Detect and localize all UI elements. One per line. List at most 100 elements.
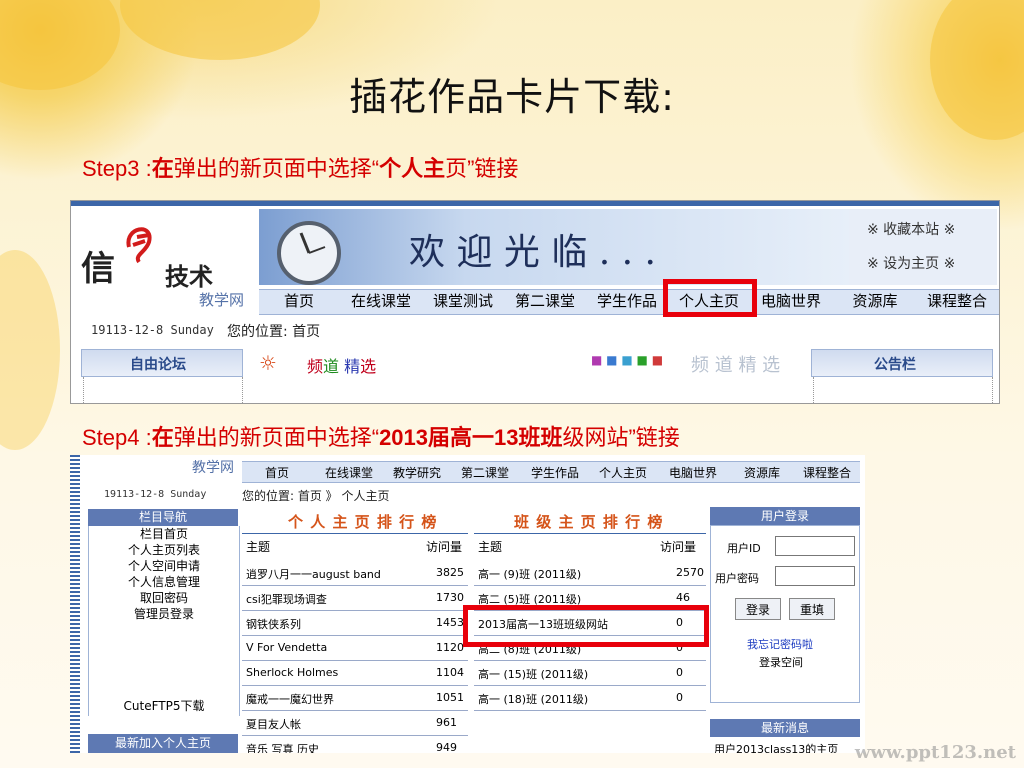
channel-featured: 频道 精选: [307, 353, 376, 377]
nav-item-class-test[interactable]: 课堂测试: [423, 290, 503, 311]
row-visits: 1453: [436, 616, 464, 629]
sidebar-item-space-apply[interactable]: 个人空间申请: [89, 558, 239, 574]
nav-item-course-integration[interactable]: 课程整合: [794, 464, 860, 481]
nav-item-home[interactable]: 首页: [242, 464, 312, 481]
row-visits: 1730: [436, 591, 464, 604]
sidebar-item-admin-login[interactable]: 管理员登录: [89, 606, 239, 622]
nav-item-second-class[interactable]: 第二课堂: [450, 464, 520, 481]
row-divider: [474, 660, 706, 661]
personal-ranking-title: 个 人 主 页 排 行 榜: [288, 513, 438, 531]
channel-icon: ☼: [259, 351, 277, 375]
logo-subtitle: 教学网: [192, 460, 234, 476]
row-visits: 3825: [436, 566, 464, 579]
row-visits: 949: [436, 741, 457, 753]
login-button[interactable]: 登录: [735, 598, 781, 620]
forum-header: 自由论坛: [81, 349, 243, 377]
step3-a: 在: [151, 156, 174, 181]
nav-item-second-class[interactable]: 第二课堂: [505, 290, 585, 311]
watermark: www.ppt123.net: [854, 742, 1016, 763]
sidebar-menu: 栏目首页 个人主页列表 个人空间申请 个人信息管理 取回密码 管理员登录 Cut…: [88, 526, 240, 716]
channel-c: 精: [344, 357, 361, 376]
step4-c: 2013届高一13班班: [379, 425, 563, 450]
row-subject[interactable]: 魔戒一一魔幻世界: [246, 691, 334, 707]
news-title: 最新消息: [710, 719, 860, 737]
row-subject[interactable]: 逍罗八月一一august band: [246, 566, 381, 582]
nav-item-personal-page[interactable]: 个人主页: [590, 464, 656, 481]
row-subject[interactable]: 高一 (18)班 (2011级): [478, 691, 588, 707]
user-password-label: 用户密码: [715, 572, 759, 585]
location-label: 您的位置: 首页 》 个人主页: [242, 489, 390, 503]
date-label: 19113-12-8 Sunday: [91, 323, 214, 337]
class-col-visits: 访问量: [660, 540, 697, 554]
login-space-link[interactable]: 登录空间: [759, 654, 803, 670]
user-id-input[interactable]: [775, 536, 855, 556]
nav-item-student-works[interactable]: 学生作品: [520, 464, 590, 481]
nav-item-teaching-research[interactable]: 教学研究: [384, 464, 450, 481]
row-subject[interactable]: 音乐 写真 历史: [246, 741, 319, 753]
nav-item-home[interactable]: 首页: [259, 290, 339, 311]
channel-a: 频: [307, 357, 324, 376]
screenshot-personal-page: 教学网 首页 在线课堂 教学研究 第二课堂 学生作品 个人主页 电脑世界 资源库…: [70, 455, 865, 753]
logo-subtitle: 教学网: [199, 291, 245, 309]
set-homepage-link[interactable]: ※ 设为主页 ※: [867, 253, 955, 273]
forgot-password-link[interactable]: 我忘记密码啦: [747, 636, 813, 652]
highlight-box: [463, 605, 709, 647]
row-divider: [474, 585, 706, 586]
sidebar-item-page-list[interactable]: 个人主页列表: [89, 542, 239, 558]
row-subject[interactable]: csi犯罪现场调查: [246, 591, 327, 607]
sidebar-item-retrieve-password[interactable]: 取回密码: [89, 590, 239, 606]
news-item[interactable]: 用户2013class13的主页: [714, 741, 838, 753]
location-label: 您的位置: 首页: [227, 324, 321, 340]
row-visits: 1120: [436, 641, 464, 654]
sidebar-item-info-manage[interactable]: 个人信息管理: [89, 574, 239, 590]
nav-item-resources[interactable]: 资源库: [730, 464, 794, 481]
row-subject[interactable]: 高一 (9)班 (2011级): [478, 566, 581, 582]
main-nav: 首页 在线课堂 教学研究 第二课堂 学生作品 个人主页 电脑世界 资源库 课程整…: [242, 461, 860, 483]
sidebar-item-home[interactable]: 栏目首页: [89, 526, 239, 542]
class-col-subject: 主题: [478, 540, 503, 554]
row-visits: 1104: [436, 666, 464, 679]
row-visits: 0: [676, 666, 683, 679]
row-divider: [242, 585, 468, 586]
welcome-text: 欢 迎 光 临 . . .: [409, 232, 656, 273]
row-divider: [242, 710, 468, 711]
logo-jishu: 技术: [165, 263, 213, 291]
row-subject[interactable]: 高一 (15)班 (2011级): [478, 666, 588, 682]
step4-caption: Step4 :在弹出的新页面中选择“2013届高一13班班级网站”链接: [82, 420, 680, 452]
clock-icon: [277, 221, 341, 285]
sidebar-new-pages-title: 最新加入个人主页: [88, 734, 238, 753]
nav-item-computer-world[interactable]: 电脑世界: [656, 464, 730, 481]
nav-item-online-class[interactable]: 在线课堂: [314, 464, 384, 481]
forum-title[interactable]: 自由论坛: [130, 354, 186, 374]
row-visits: 0: [676, 691, 683, 704]
nav-item-resources[interactable]: 资源库: [835, 290, 915, 311]
row-subject[interactable]: 钢铁侠系列: [246, 616, 301, 632]
row-subject[interactable]: V For Vendetta: [246, 641, 327, 654]
row-visits: 961: [436, 716, 457, 729]
color-dots: ■ ■ ■ ■ ■: [591, 353, 664, 367]
row-subject[interactable]: 夏目友人帐: [246, 716, 301, 732]
step4-b: 弹出的新页面中选择“: [173, 425, 380, 450]
personal-col-subject: 主题: [246, 540, 271, 554]
reset-button[interactable]: 重填: [789, 598, 835, 620]
cuteftp-download-link[interactable]: CuteFTP5下载: [89, 698, 239, 714]
row-subject[interactable]: Sherlock Holmes: [246, 666, 338, 679]
login-panel: 用户ID 用户密码 登录 重填 我忘记密码啦 登录空间: [710, 525, 860, 703]
nav-item-online-class[interactable]: 在线课堂: [341, 290, 421, 311]
sidebar-title: 栏目导航: [88, 509, 238, 526]
nav-item-course-integration[interactable]: 课程整合: [917, 290, 997, 311]
nav-item-computer-world[interactable]: 电脑世界: [751, 290, 831, 311]
main-nav: 首页 在线课堂 课堂测试 第二课堂 学生作品 个人主页 电脑世界 资源库 课程整…: [259, 289, 999, 315]
user-password-input[interactable]: [775, 566, 855, 586]
left-stripe: [70, 455, 80, 753]
logo-char-xin: 信: [81, 249, 115, 289]
nav-item-student-works[interactable]: 学生作品: [587, 290, 667, 311]
step4-a: 在: [151, 425, 174, 450]
step3-caption: Step3 :在弹出的新页面中选择“个人主页”链接: [82, 151, 518, 183]
user-id-label: 用户ID: [727, 542, 761, 555]
bookmark-link[interactable]: ※ 收藏本站 ※: [867, 219, 955, 239]
row-divider: [474, 685, 706, 686]
channel-b: 道: [323, 357, 340, 376]
slide-title: 插花作品卡片下载:: [349, 75, 675, 119]
forum-body: [83, 377, 243, 403]
